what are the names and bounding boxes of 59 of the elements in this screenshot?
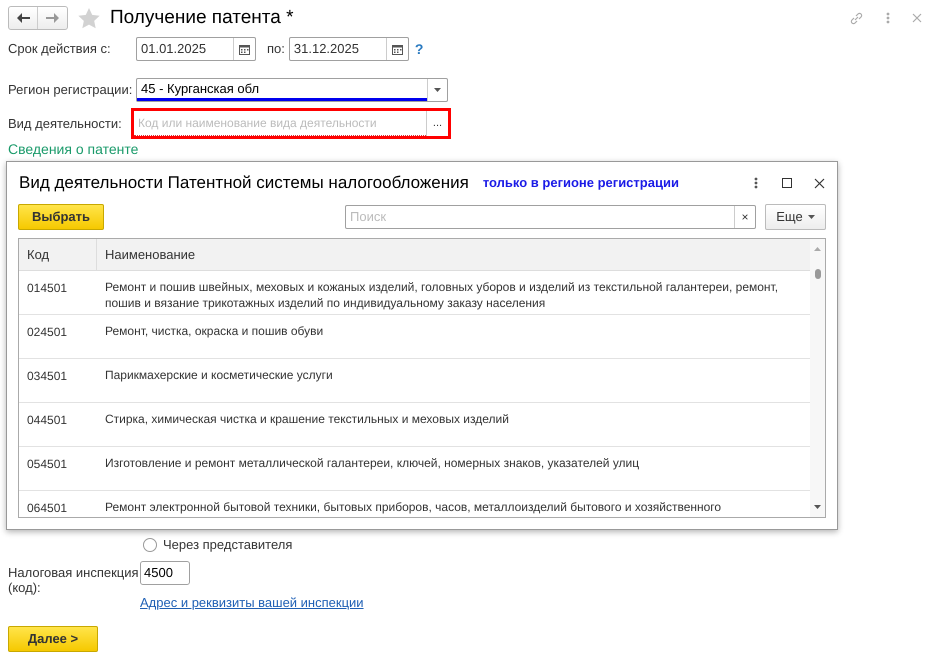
- calendar-icon: [392, 44, 403, 54]
- clear-button[interactable]: ×: [734, 206, 755, 228]
- dropdown-caret-icon: [434, 88, 441, 92]
- inspection-code-field[interactable]: 4500: [140, 560, 190, 584]
- code-cell-text: 044501: [26, 412, 68, 429]
- code-cell-text: 024501: [26, 324, 68, 341]
- field-label: Налоговая инспекция (код):: [8, 564, 140, 597]
- table-row[interactable]: 034501 Парикмахерские и косметические услуги: [19, 359, 810, 403]
- scroll-down-icon[interactable]: [814, 505, 821, 509]
- name-cell-text: Ремонт, чистка, окраска и пошив обуви: [104, 323, 324, 340]
- field-label: по:: [267, 40, 285, 58]
- name-cell-text: Ремонт и пошив швейных, меховых и кожаных изделий, головных уборов и изделий из текстильной галантереи, ремонт, пошив и вязание трикотажных изделий по индивидуальному заказу населения: [104, 279, 780, 312]
- star-icon[interactable]: [78, 8, 100, 28]
- code-cell-text: 054501: [26, 456, 68, 473]
- radio-label: Через представителя: [163, 536, 292, 554]
- date-field[interactable]: 31.12.2025: [288, 37, 409, 61]
- next-button[interactable]: Далее >: [8, 626, 98, 652]
- search-field[interactable]: Поиск ×: [345, 205, 756, 229]
- date-field[interactable]: 01.01.2025: [136, 37, 256, 61]
- column-header[interactable]: Код: [19, 239, 97, 270]
- caret-icon: [808, 215, 815, 219]
- table-row[interactable]: 054501 Изготовление и ремонт металлической галантереи, ключей, номерных знаков, указателей улиц: [19, 447, 810, 491]
- more-icon[interactable]: [754, 177, 758, 189]
- help-link[interactable]: ?: [414, 38, 424, 60]
- name-cell-text: Изготовление и ремонт металлической галантереи, ключей, номерных знаков, указателей улиц: [104, 455, 640, 472]
- code-cell-text: 014501: [26, 280, 68, 297]
- date-value: 01.01.2025: [140, 40, 208, 58]
- field-label: Срок действия с:: [8, 40, 112, 58]
- code-cell-text: 064501: [26, 500, 68, 517]
- code-cell-text: 034501: [26, 368, 68, 385]
- calendar-icon: [239, 44, 250, 54]
- region-select[interactable]: 45 - Курганская обл: [136, 78, 448, 102]
- select-button[interactable]: Выбрать: [18, 204, 104, 230]
- window-title: Получение патента *: [110, 6, 294, 30]
- field-label: Регион регистрации:: [8, 81, 134, 100]
- section-title: Сведения о патенте: [8, 141, 138, 157]
- choose-button[interactable]: ...: [426, 111, 448, 136]
- field-label: Вид деятельности:: [8, 114, 123, 133]
- name-cell-text: Парикмахерские и косметические услуги: [104, 367, 334, 384]
- name-cell-text: Ремонт электронной бытовой техники, бытовых приборов, часов, металлоизделий бытового и хозяйственного: [104, 499, 722, 516]
- table-row[interactable]: 044501 Стирка, химическая чистка и крашение текстильных и меховых изделий: [19, 403, 810, 447]
- radio-button[interactable]: [143, 538, 157, 552]
- activity-field[interactable]: Код или наименование вида деятельности ...: [131, 108, 451, 139]
- table-row[interactable]: 014501 Ремонт и пошив швейных, меховых и кожаных изделий, головных уборов и изделий из текстильной галантереи, ремонт, пошив и вязание трикотажных изделий по индивидуальному заказу населения: [19, 271, 810, 315]
- scroll-up-icon[interactable]: [814, 247, 821, 251]
- link-icon[interactable]: [849, 10, 864, 26]
- scroll-thumb[interactable]: [814, 269, 820, 279]
- arrow-right-icon: [46, 13, 59, 23]
- column-header[interactable]: Наименование: [97, 239, 810, 270]
- date-value: 31.12.2025: [292, 40, 360, 58]
- table-row[interactable]: 024501 Ремонт, чистка, окраска и пошив обуви: [19, 315, 810, 359]
- maximize-icon[interactable]: [782, 178, 792, 188]
- arrow-left-icon: [16, 13, 30, 23]
- name-cell-text: Стирка, химическая чистка и крашение текстильных и меховых изделий: [104, 411, 510, 428]
- dialog-title: Вид деятельности Патентной системы налогообложения: [19, 172, 469, 194]
- more-button[interactable]: Еще: [765, 204, 826, 230]
- inspection-link[interactable]: Адрес и реквизиты вашей инспекции: [140, 592, 364, 612]
- region-filter-link[interactable]: только в регионе регистрации: [482, 173, 679, 193]
- close-icon[interactable]: [814, 178, 825, 188]
